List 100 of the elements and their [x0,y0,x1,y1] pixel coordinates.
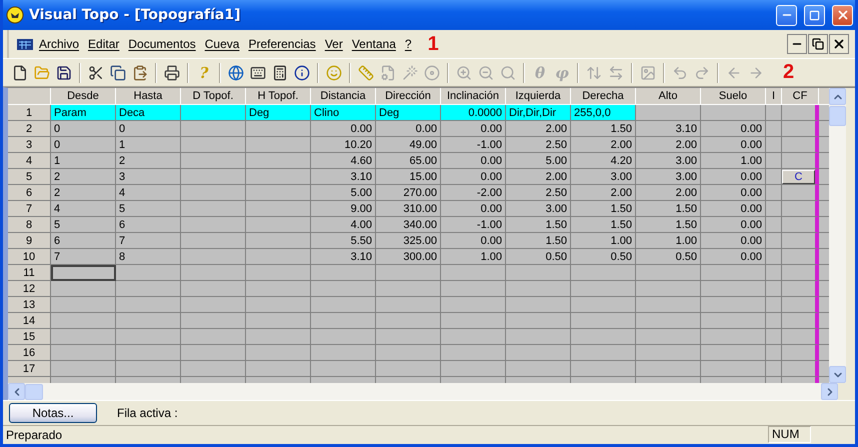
menu-item[interactable]: Preferencias [247,36,317,52]
table-cell [766,361,782,378]
row-header[interactable]: 9 [8,233,51,250]
table-cell: 5.00 [506,153,571,170]
table-cell [701,361,766,378]
scroll-thumb[interactable] [829,106,846,126]
column-header[interactable]: Suelo [701,88,766,106]
table-cell: 4.60 [311,153,376,170]
column-header[interactable]: Inclinación [441,88,506,106]
menu-item[interactable]: Ventana [350,36,397,52]
table-cell [782,281,819,298]
row-header[interactable]: 1 [8,105,51,122]
column-header[interactable]: D Topof. [181,88,246,106]
notes-button[interactable]: Notas... [9,402,97,423]
table-cell [246,313,311,330]
table-cell [782,137,819,154]
child-minimize-button[interactable] [787,34,807,54]
table-cell: 4 [51,201,116,218]
table-cell: 2 [116,153,181,170]
active-row-label: Fila activa : [117,406,178,420]
column-header[interactable]: Hasta [116,88,181,106]
globe-icon [228,64,244,81]
table-cell [506,265,571,282]
menu-item[interactable]: Ver [324,36,344,52]
table-cell: 0 [51,121,116,138]
table-cell [782,217,819,234]
table-cell: 1.50 [571,201,636,218]
column-header[interactable]: Alto [636,88,701,106]
table-cell: 0.00 [701,201,766,218]
table-cell [311,313,376,330]
row-header[interactable]: 14 [8,313,51,330]
column-header[interactable]: H Topof. [246,88,311,106]
table-cell [766,345,782,362]
menu-item[interactable]: Cueva [204,36,240,52]
scroll-left-button[interactable] [8,383,25,400]
table-cell: 2.00 [506,169,571,186]
column-header[interactable]: Izquierda [506,88,571,106]
cf-button[interactable]: C [782,170,815,184]
table-cell [766,233,782,250]
row-header[interactable]: 7 [8,201,51,218]
row-header[interactable]: 8 [8,217,51,234]
table-cell: 3.10 [311,169,376,186]
disc-icon [424,64,440,81]
close-button[interactable] [832,4,853,26]
table-cell [181,217,246,234]
column-header[interactable]: Derecha [571,88,636,106]
row-header[interactable]: 6 [8,185,51,202]
row-header[interactable]: 2 [8,121,51,138]
row-header[interactable]: 12 [8,281,51,298]
row-header[interactable]: 13 [8,297,51,314]
table-cell [506,361,571,378]
table-cell [116,329,181,346]
table-cell: 1.50 [636,201,701,218]
wand-icon [402,64,418,81]
row-header[interactable]: 5 [8,169,51,186]
table-cell [766,217,782,234]
column-header[interactable]: CF [782,88,819,106]
scroll-right-button[interactable] [821,383,838,400]
table-cell: 0.50 [506,249,571,266]
table-cell [376,297,441,314]
table-cell [181,201,246,218]
column-header[interactable]: Distancia [311,88,376,106]
row-header[interactable]: 4 [8,153,51,170]
table-cell: 2.00 [506,121,571,138]
restore-icon [812,38,824,50]
child-close-button[interactable] [829,34,849,54]
child-restore-button[interactable] [808,34,828,54]
column-header[interactable]: Dirección [376,88,441,106]
vertical-scrollbar[interactable] [829,88,846,384]
menu-item[interactable]: Documentos [127,36,197,52]
horizontal-scrollbar[interactable] [3,383,855,400]
table-cell: Deg [376,105,441,122]
column-header[interactable]: Desde [51,88,116,106]
table-cell [181,361,246,378]
up-down-arrow-icon [586,64,602,81]
row-header[interactable]: 16 [8,345,51,362]
row-header[interactable]: 15 [8,329,51,346]
table-cell [181,249,246,266]
scroll-up-button[interactable] [829,88,846,106]
menu-item[interactable]: ? [404,36,413,52]
menu-item[interactable]: Editar [87,36,120,52]
scroll-thumb[interactable] [25,384,43,400]
table-cell [181,281,246,298]
row-header[interactable]: 11 [8,265,51,282]
row-header[interactable]: 10 [8,249,51,266]
table-cell [441,265,506,282]
info-icon [294,64,310,81]
table-cell: 5.50 [311,233,376,250]
table-cell: 49.00 [376,137,441,154]
minimize-button[interactable] [776,4,797,26]
scroll-down-button[interactable] [829,366,846,384]
table-cell: 2.00 [636,137,701,154]
column-header[interactable]: I [766,88,782,106]
table-cell [376,281,441,298]
maximize-button[interactable] [804,4,825,26]
table-cell: 65.00 [376,153,441,170]
table-cell: 0 [116,121,181,138]
menu-item[interactable]: Archivo [38,36,80,52]
row-header[interactable]: 17 [8,361,51,378]
row-header[interactable]: 3 [8,137,51,154]
